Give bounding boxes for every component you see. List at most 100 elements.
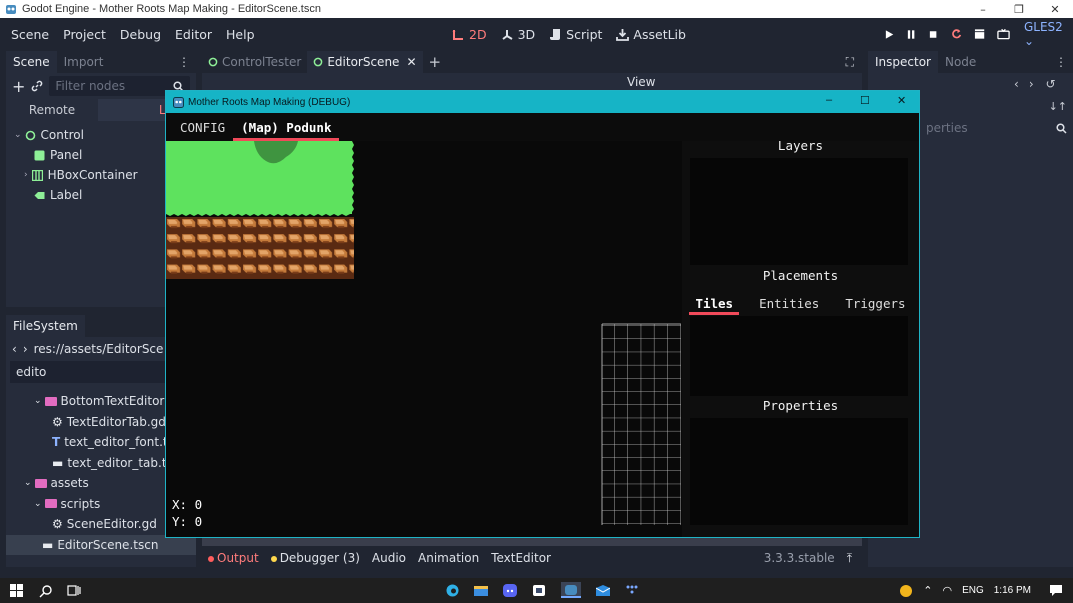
- tab-output[interactable]: Output: [208, 551, 259, 565]
- notification-icon[interactable]: [1049, 584, 1063, 597]
- dock-menu-icon[interactable]: ⋮: [178, 55, 196, 69]
- layers-list[interactable]: [690, 158, 908, 265]
- tree-node-label: HBoxContainer: [47, 168, 138, 182]
- chevron-down-icon[interactable]: ⌄: [34, 396, 42, 406]
- tab-filesystem[interactable]: FileSystem: [6, 315, 85, 337]
- chevron-down-icon[interactable]: ⌄: [34, 499, 42, 509]
- tiles-list[interactable]: [690, 316, 908, 396]
- renderer-select[interactable]: GLES2 ⌄: [1024, 20, 1073, 48]
- chevron-down-icon[interactable]: ⌄: [24, 478, 32, 488]
- scene-file-icon: ▬: [52, 455, 64, 470]
- tab-debugger[interactable]: Debugger (3): [270, 551, 360, 565]
- play-custom-icon[interactable]: [997, 28, 1010, 40]
- fs-item-label: SceneEditor.gd: [66, 517, 157, 532]
- chevron-down-icon[interactable]: ⌄: [14, 130, 22, 140]
- tab-triggers[interactable]: Triggers: [839, 291, 911, 315]
- label-node-icon: [34, 191, 45, 199]
- clock[interactable]: 1:16 PM: [994, 585, 1031, 596]
- reload-icon[interactable]: [951, 28, 962, 40]
- history-icon[interactable]: ↺: [1046, 77, 1056, 91]
- workspace-script-tab[interactable]: Script: [549, 27, 602, 42]
- discord-icon[interactable]: [503, 584, 517, 597]
- restore-button[interactable]: ❐: [1001, 0, 1037, 18]
- tab-node[interactable]: Node: [938, 51, 983, 73]
- taskbar-app-icon[interactable]: [532, 584, 546, 597]
- wifi-icon[interactable]: ◠: [942, 584, 952, 597]
- movie-maker-icon[interactable]: [974, 28, 985, 40]
- tab-inspector[interactable]: Inspector: [868, 51, 938, 73]
- folder-icon: [34, 478, 47, 488]
- mail-icon[interactable]: [596, 584, 610, 597]
- history-back-icon[interactable]: ‹: [1014, 77, 1019, 91]
- menu-debug[interactable]: Debug: [120, 27, 161, 42]
- expand-panel-icon[interactable]: ⤒: [847, 551, 852, 566]
- workspace-2d-label: 2D: [469, 26, 487, 42]
- edge-icon[interactable]: [446, 584, 459, 597]
- scene-tab-label: ControlTester: [222, 55, 302, 69]
- path-field[interactable]: res://assets/EditorSce: [34, 342, 164, 356]
- sort-icon[interactable]: ↓↑: [1049, 100, 1067, 113]
- chevron-right-icon[interactable]: ›: [24, 170, 28, 180]
- workspace-assetlib-label: AssetLib: [633, 26, 686, 42]
- search-icon[interactable]: [39, 584, 53, 598]
- tab-animation[interactable]: Animation: [418, 551, 479, 565]
- windows-start-icon[interactable]: [10, 584, 23, 597]
- menu-editor[interactable]: Editor: [175, 27, 212, 42]
- menu-project[interactable]: Project: [63, 27, 106, 42]
- link-icon[interactable]: [31, 80, 43, 92]
- system-tray: ⌃ ◠ ENG 1:16 PM: [899, 578, 1073, 603]
- distraction-free-icon[interactable]: ⛶: [846, 55, 854, 70]
- close-icon[interactable]: ✕: [406, 55, 416, 69]
- tab-scene[interactable]: Scene: [6, 51, 57, 73]
- close-window-button[interactable]: ✕: [1037, 0, 1073, 18]
- chevron-up-icon[interactable]: ⌃: [923, 584, 932, 597]
- filesystem-filter-value: edito: [16, 365, 47, 379]
- game-maximize-button[interactable]: ☐: [860, 94, 870, 107]
- tab-import[interactable]: Import: [57, 51, 111, 73]
- file-explorer-icon[interactable]: [474, 584, 488, 597]
- control-node-icon: [208, 57, 218, 67]
- workspace-2d-tab[interactable]: 2D: [452, 27, 487, 42]
- scene-tabs: ControlTester EditorScene ✕ + ⛶: [202, 51, 862, 73]
- cursor-coordinates: X: 0 Y: 0: [172, 496, 202, 530]
- minimize-button[interactable]: –: [965, 0, 1001, 18]
- add-node-icon[interactable]: +: [12, 77, 25, 96]
- map-canvas[interactable]: X: 0 Y: 0: [166, 141, 682, 537]
- game-close-button[interactable]: ✕: [897, 94, 906, 107]
- weather-icon[interactable]: [899, 584, 913, 598]
- game-minimize-button[interactable]: –: [826, 94, 832, 106]
- tab-texteditor[interactable]: TextEditor: [491, 551, 551, 565]
- tab-config[interactable]: CONFIG: [172, 113, 233, 141]
- stop-icon[interactable]: [928, 29, 938, 40]
- tab-editorscene[interactable]: EditorScene ✕: [307, 51, 423, 73]
- view-menu[interactable]: View: [627, 75, 655, 89]
- back-icon[interactable]: ‹: [12, 342, 17, 356]
- script-icon: [550, 28, 561, 40]
- godot-taskbar-icon[interactable]: [561, 582, 581, 598]
- grid-app-icon[interactable]: [625, 584, 639, 597]
- workspace-3d-tab[interactable]: 3D: [501, 27, 535, 42]
- tab-tiles[interactable]: Tiles: [689, 291, 739, 315]
- layers-title: Layers: [777, 138, 824, 153]
- forward-icon[interactable]: ›: [23, 342, 28, 356]
- pause-icon[interactable]: [906, 29, 916, 40]
- 2d-icon: [452, 29, 463, 40]
- panel-node-icon: [34, 150, 45, 160]
- play-icon[interactable]: [884, 29, 894, 40]
- language-indicator[interactable]: ENG: [962, 585, 984, 596]
- filter-properties-placeholder[interactable]: perties: [926, 121, 968, 135]
- menu-scene[interactable]: Scene: [11, 27, 49, 42]
- remote-tab[interactable]: Remote: [6, 99, 98, 121]
- tab-map-podunk[interactable]: (Map) Podunk: [233, 113, 340, 141]
- properties-list[interactable]: [690, 418, 908, 525]
- workspace-script-label: Script: [566, 26, 603, 42]
- tab-entities[interactable]: Entities: [753, 291, 825, 315]
- tab-audio[interactable]: Audio: [372, 551, 406, 565]
- add-scene-tab-button[interactable]: +: [429, 53, 442, 71]
- task-view-icon[interactable]: [67, 584, 81, 597]
- workspace-assetlib-tab[interactable]: AssetLib: [616, 27, 686, 42]
- dock-menu-icon[interactable]: ⋮: [1055, 55, 1073, 69]
- menu-help[interactable]: Help: [226, 27, 255, 42]
- history-forward-icon[interactable]: ›: [1029, 77, 1034, 91]
- tab-controltester[interactable]: ControlTester: [202, 51, 307, 73]
